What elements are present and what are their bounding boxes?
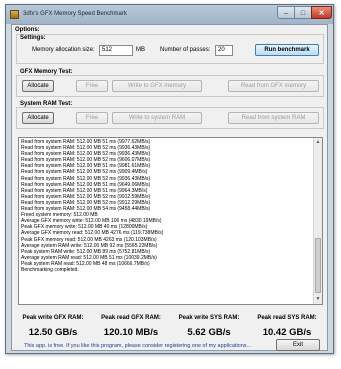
stat-label: Peak read SYS RAM: [257, 315, 317, 321]
ram-free-button[interactable]: Free [76, 112, 108, 124]
stat-value: 12.50 GB/s [28, 327, 78, 338]
settings-heading: Settings: [20, 35, 46, 41]
alloc-size-input[interactable]: 512 [99, 45, 133, 56]
app-icon [10, 10, 19, 19]
ram-read-button[interactable]: Read from system RAM [228, 112, 319, 124]
stat-label: Peak write GFX RAM: [22, 315, 84, 321]
footer-registration-text: This app. is free. If you like this prog… [24, 343, 252, 349]
minimize-button[interactable]: – [277, 6, 295, 19]
gfx-allocate-button[interactable]: Allocate [22, 80, 54, 92]
passes-input[interactable]: 20 [215, 45, 233, 56]
stat-value: 10.42 GB/s [262, 327, 312, 338]
scroll-down-arrow-icon[interactable]: ▼ [314, 295, 322, 304]
stat-peak-read-sys: Peak read SYS RAM: 10.42 GB/s [250, 315, 324, 338]
gfx-write-button[interactable]: Write to GFX memory [112, 80, 202, 92]
window-title: 3dfx's GFX Memory Speed Benchmark [23, 11, 127, 17]
client-area: Options: Settings: Memory allocation siz… [11, 24, 328, 351]
run-benchmark-button[interactable]: Run benchmark [255, 44, 319, 56]
ram-allocate-button[interactable]: Allocate [22, 112, 54, 124]
title-bar[interactable]: 3dfx's GFX Memory Speed Benchmark – □ ✕ [6, 5, 333, 24]
close-button[interactable]: ✕ [311, 6, 332, 19]
stat-label: Peak write SYS RAM: [178, 315, 240, 321]
maximize-button[interactable]: □ [294, 6, 312, 19]
alloc-size-label: Memory allocation size: [32, 47, 95, 53]
ram-write-button[interactable]: Write to system RAM [112, 112, 202, 124]
alloc-unit-label: MB [136, 47, 145, 53]
scroll-thumb[interactable] [315, 238, 321, 293]
stat-peak-read-gfx: Peak read GFX RAM: 120.10 MB/s [94, 315, 168, 338]
options-heading: Options: [15, 27, 40, 33]
passes-label: Number of passes: [160, 47, 211, 53]
stat-peak-write-gfx: Peak write GFX RAM: 12.50 GB/s [16, 315, 90, 338]
gfx-free-button[interactable]: Free [76, 80, 108, 92]
log-lines: Read from system RAM: 512.00 MB 51 ms (9… [21, 139, 311, 273]
log-line: Benchmarking completed. [21, 266, 79, 273]
log-output[interactable]: Read from system RAM: 512.00 MB 51 ms (9… [18, 137, 323, 305]
stat-label: Peak read GFX RAM: [101, 315, 161, 321]
gfx-read-button[interactable]: Read from GFX memory [228, 80, 319, 92]
stat-value: 120.10 MB/s [103, 327, 159, 338]
stat-peak-write-sys: Peak write SYS RAM: 5.62 GB/s [172, 315, 246, 338]
scroll-up-arrow-icon[interactable]: ▲ [314, 138, 322, 147]
log-scrollbar[interactable]: ▲ ▼ [313, 138, 322, 304]
app-window: 3dfx's GFX Memory Speed Benchmark – □ ✕ … [5, 4, 334, 354]
stat-value: 5.62 GB/s [187, 327, 231, 338]
exit-button[interactable]: Exit [276, 339, 320, 351]
